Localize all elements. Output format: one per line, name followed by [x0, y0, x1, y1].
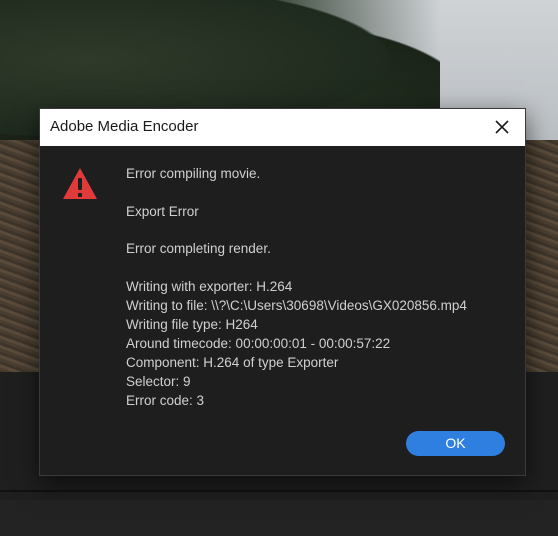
detail-timecode: Around timecode: 00:00:00:01 - 00:00:57:…	[126, 336, 391, 351]
detail-exporter: Writing with exporter: H.264	[126, 279, 293, 294]
detail-component: Component: H.264 of type Exporter	[126, 355, 339, 370]
detail-file-type: Writing file type: H264	[126, 317, 258, 332]
editor-bottom-bar	[0, 500, 558, 536]
detail-file: Writing to file: \\?\C:\Users\30698\Vide…	[126, 298, 467, 313]
error-line-1: Error compiling movie.	[126, 166, 261, 181]
dialog-title: Adobe Media Encoder	[50, 118, 199, 135]
dialog-titlebar: Adobe Media Encoder	[40, 109, 525, 146]
detail-error-code: Error code: 3	[126, 393, 205, 408]
ok-button[interactable]: OK	[406, 431, 505, 456]
error-dialog: Adobe Media Encoder Error compiling movi…	[39, 108, 526, 476]
error-line-3: Error completing render.	[126, 241, 271, 256]
error-line-2: Export Error	[126, 204, 199, 219]
divider	[0, 490, 558, 492]
warning-icon	[61, 166, 99, 202]
close-icon[interactable]	[489, 114, 515, 140]
detail-selector: Selector: 9	[126, 374, 191, 389]
